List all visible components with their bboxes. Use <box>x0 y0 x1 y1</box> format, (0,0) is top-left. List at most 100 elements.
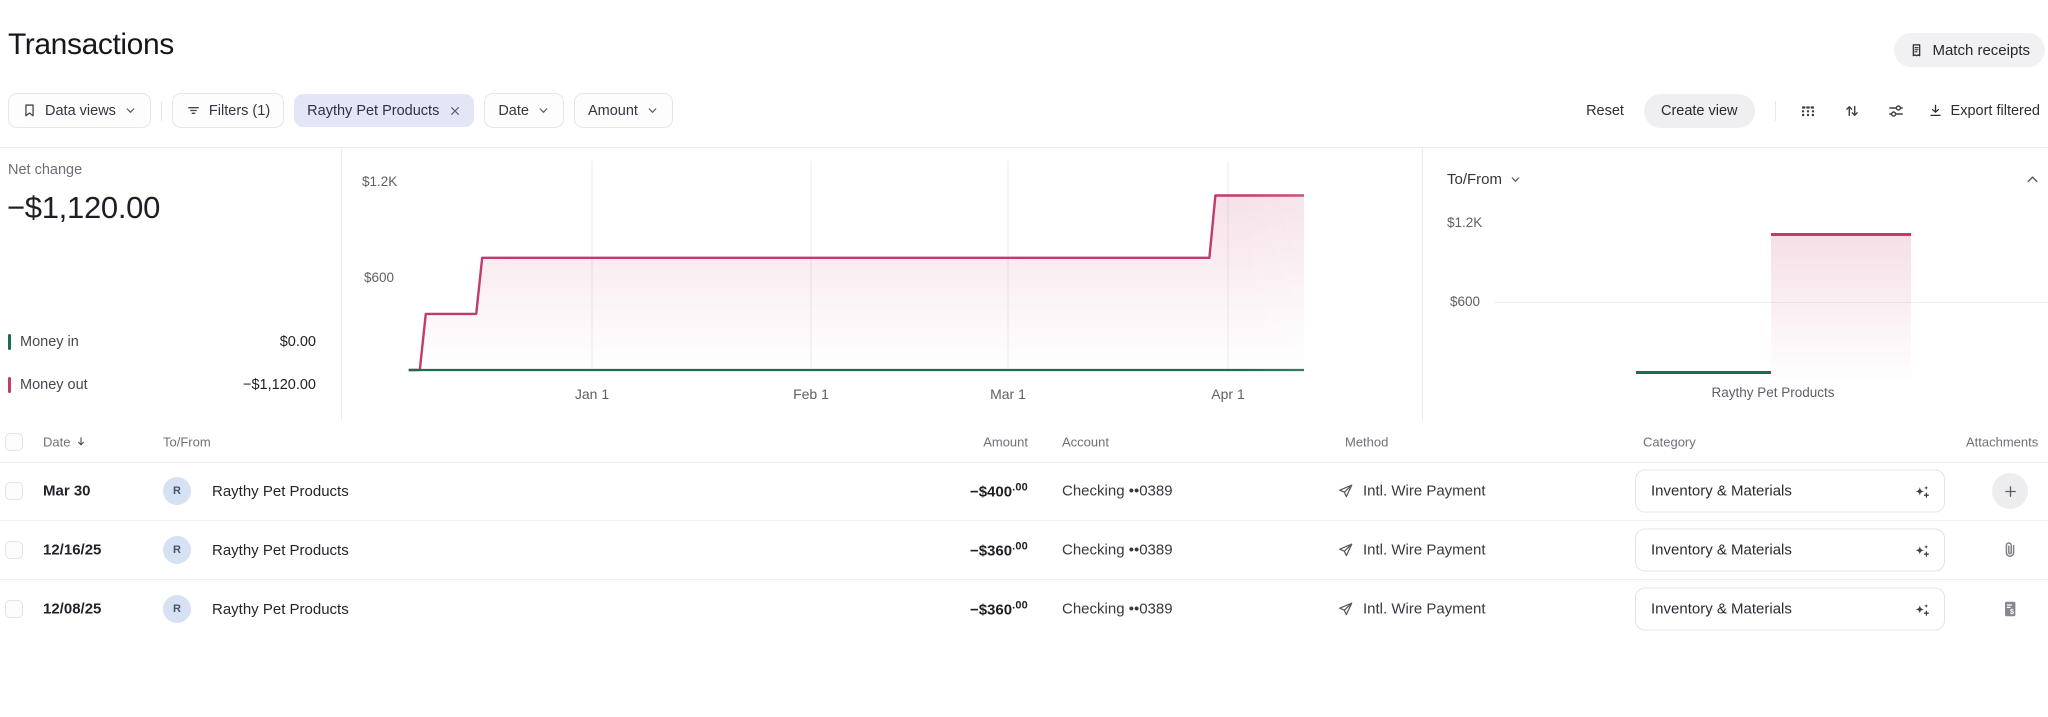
transaction-date: Mar 30 <box>43 482 91 500</box>
column-header-method[interactable]: Method <box>1345 434 1388 449</box>
chevron-down-icon <box>537 104 550 117</box>
reset-button[interactable]: Reset <box>1586 103 1624 119</box>
download-icon <box>1928 103 1943 118</box>
active-filter-chip[interactable]: Raythy Pet Products <box>294 94 475 127</box>
date-filter-button[interactable]: Date <box>484 93 564 128</box>
account: Checking ••0389 <box>1062 541 1173 559</box>
money-in-label: Money in <box>20 333 79 350</box>
payment-method: Intl. Wire Payment <box>1363 600 1486 618</box>
column-header-tofrom[interactable]: To/From <box>163 434 211 449</box>
money-in-value: $0.00 <box>279 333 316 350</box>
category-label: Inventory & Materials <box>1651 600 1792 618</box>
ai-sparkle-icon <box>1913 482 1931 500</box>
filter-icon <box>186 103 201 118</box>
money-out-label: Money out <box>20 376 88 393</box>
money-in-row: Money in $0.00 <box>8 332 316 351</box>
data-views-button[interactable]: Data views <box>8 93 151 128</box>
date-filter-label: Date <box>498 102 529 119</box>
category-select[interactable]: Inventory & Materials <box>1635 528 1945 572</box>
payment-method: Intl. Wire Payment <box>1363 482 1486 500</box>
data-views-label: Data views <box>45 102 116 119</box>
table-row[interactable]: 12/08/25 R Raythy Pet Products −$360.00 … <box>0 580 2048 638</box>
sort-button[interactable] <box>1840 99 1864 123</box>
net-change-chart: $1.2K $600 Jan 1 Feb 1 Mar 1 Apr 1 <box>341 147 1422 421</box>
close-icon[interactable] <box>449 105 461 117</box>
settings-sliders-button[interactable] <box>1884 99 1908 123</box>
x-axis-tick: Apr 1 <box>1211 386 1245 402</box>
category-label: Inventory & Materials <box>1651 541 1792 559</box>
category-select[interactable]: Inventory & Materials <box>1635 469 1945 513</box>
avatar: R <box>163 595 191 623</box>
create-view-button[interactable]: Create view <box>1643 93 1755 128</box>
select-all-checkbox[interactable] <box>5 432 23 451</box>
amount-filter-button[interactable]: Amount <box>573 93 673 128</box>
money-in-bar <box>1636 371 1771 374</box>
view-toolbar: Reset Create view Export filtered <box>1586 93 2040 128</box>
paper-plane-icon <box>1337 542 1354 559</box>
match-receipts-button[interactable]: Match receipts <box>1894 33 2045 67</box>
receipt-attachment-icon[interactable]: $ <box>2000 599 2020 619</box>
tofrom-label: To/From <box>1447 171 1503 188</box>
table-header: Date To/From Amount Account Method Categ… <box>0 421 2048 463</box>
money-out-legend-bar <box>8 376 11 393</box>
account: Checking ••0389 <box>1062 600 1173 618</box>
svg-text:$: $ <box>2010 609 2014 616</box>
transaction-date: 12/16/25 <box>43 541 102 559</box>
sort-descending-icon <box>75 436 87 448</box>
category-label: Inventory & Materials <box>1651 482 1792 500</box>
money-in-legend-bar <box>8 333 11 350</box>
money-out-area <box>408 195 1304 370</box>
column-header-date[interactable]: Date <box>43 434 87 449</box>
x-axis-tick: Feb 1 <box>793 386 829 402</box>
counterparty-name: Raythy Pet Products <box>212 482 349 500</box>
date-header-label: Date <box>43 434 71 449</box>
column-header-attachments[interactable]: Attachments <box>1966 434 2038 449</box>
chevron-down-icon <box>124 104 137 117</box>
y-axis-tick: $600 <box>364 270 395 285</box>
transaction-date: 12/08/25 <box>43 600 102 618</box>
counterparty-name: Raythy Pet Products <box>212 541 349 559</box>
tofrom-dropdown[interactable]: To/From <box>1447 171 1522 188</box>
table-row[interactable]: 12/16/25 R Raythy Pet Products −$360.00 … <box>0 521 2048 580</box>
payment-method: Intl. Wire Payment <box>1363 541 1486 559</box>
row-checkbox[interactable] <box>5 482 23 500</box>
chevron-down-icon <box>1509 173 1522 186</box>
money-out-bar <box>1771 233 1911 383</box>
counterparty-name: Raythy Pet Products <box>212 600 349 618</box>
add-attachment-button[interactable] <box>1992 473 2028 509</box>
export-filtered-button[interactable]: Export filtered <box>1928 103 2040 119</box>
filter-toolbar: Data views Filters (1) Raythy Pet Produc… <box>8 93 673 128</box>
paper-plane-icon <box>1337 483 1354 500</box>
transaction-amount: −$360.00 <box>969 540 1028 560</box>
row-checkbox[interactable] <box>5 541 23 559</box>
column-header-amount[interactable]: Amount <box>983 434 1028 449</box>
toolbar-separator <box>1774 100 1776 121</box>
collapse-panel-button[interactable] <box>2025 172 2040 187</box>
x-axis-tick: Mar 1 <box>990 386 1026 402</box>
bar-category-label: Raythy Pet Products <box>1711 385 1835 400</box>
toolbar-separator <box>160 100 162 121</box>
column-header-category[interactable]: Category <box>1643 434 1696 449</box>
table-density-button[interactable] <box>1796 99 1820 123</box>
row-checkbox[interactable] <box>5 600 23 618</box>
match-receipts-label: Match receipts <box>1932 41 2030 59</box>
tofrom-breakdown-panel: To/From $1.2K $600 Raythy Pet Products <box>1422 147 2048 421</box>
export-filtered-label: Export filtered <box>1950 102 2040 119</box>
y-axis-tick: $1.2K <box>1447 215 1483 230</box>
money-out-row: Money out −$1,120.00 <box>8 375 316 394</box>
step-area-plot <box>408 161 1304 372</box>
filters-label: Filters (1) <box>208 102 271 119</box>
category-select[interactable]: Inventory & Materials <box>1635 587 1945 631</box>
avatar: R <box>163 536 191 564</box>
transaction-amount: −$360.00 <box>969 599 1028 619</box>
column-header-account[interactable]: Account <box>1062 434 1109 449</box>
filters-button[interactable]: Filters (1) <box>171 93 285 128</box>
transaction-amount: −$400.00 <box>969 481 1028 501</box>
table-row[interactable]: Mar 30 R Raythy Pet Products −$400.00 Ch… <box>0 462 2048 521</box>
ai-sparkle-icon <box>1913 600 1931 618</box>
ai-sparkle-icon <box>1913 541 1931 559</box>
money-out-value: −$1,120.00 <box>243 376 316 393</box>
filter-chip-label: Raythy Pet Products <box>307 102 440 119</box>
x-axis-tick: Jan 1 <box>574 386 610 402</box>
paperclip-icon[interactable] <box>2000 540 2020 560</box>
